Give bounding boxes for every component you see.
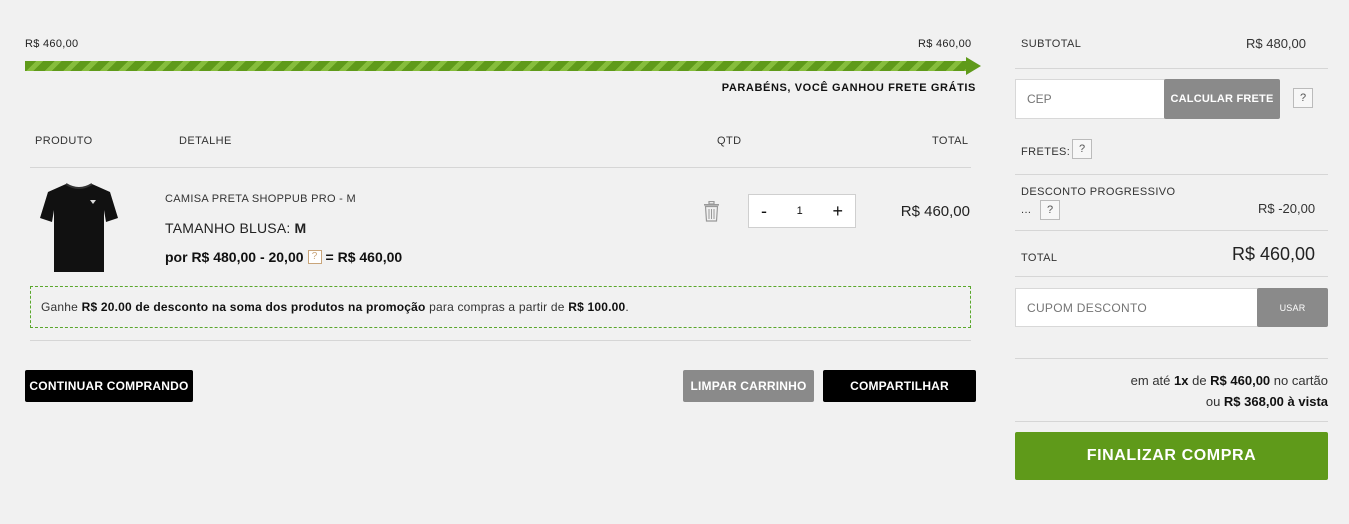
fretes-help-icon[interactable]: ? — [1072, 139, 1092, 159]
checkout-button[interactable]: FINALIZAR COMPRA — [1015, 432, 1328, 480]
promo-text-1: Ganhe — [41, 300, 82, 314]
promo-text-3: . — [625, 300, 629, 314]
coupon-divider — [1015, 358, 1328, 359]
subtotal-label: SUBTOTAL — [1021, 38, 1082, 50]
calculate-shipping-button[interactable]: CALCULAR FRETE — [1164, 79, 1280, 119]
progressive-discount-value: R$ -20,00 — [1258, 201, 1316, 216]
promotion-notice: Ganhe R$ 20.00 de desconto na soma dos p… — [30, 286, 971, 328]
header-detalhe: DETALHE — [179, 135, 232, 147]
product-price-breakdown: por R$ 480,00 - 20,00 ? = R$ 460,00 — [165, 249, 402, 265]
cash-price-info: ou R$ 368,00 à vista — [1206, 394, 1328, 409]
apply-coupon-button[interactable]: USAR — [1257, 288, 1328, 327]
fretes-divider — [1015, 174, 1328, 175]
price-help-icon[interactable]: ? — [307, 250, 322, 264]
promo-text-2: para compras a partir de — [425, 300, 569, 314]
subtotal-divider — [1015, 68, 1328, 69]
header-produto: PRODUTO — [35, 135, 93, 147]
price-breakdown-suffix: = R$ 460,00 — [325, 249, 403, 265]
coupon-input[interactable] — [1015, 288, 1258, 327]
promo-bold-1: R$ 20.00 de desconto na soma dos produto… — [81, 300, 426, 314]
share-button[interactable]: COMPARTILHAR — [823, 370, 976, 402]
product-name[interactable]: CAMISA PRETA SHOPPUB PRO - M — [165, 193, 356, 205]
cep-input[interactable] — [1015, 79, 1165, 119]
progressive-discount-ellipsis: ... — [1021, 204, 1032, 216]
progressive-discount-label: DESCONTO PROGRESSIVO — [1021, 186, 1176, 198]
total-value: R$ 460,00 — [1232, 244, 1316, 264]
progress-end-label: R$ 460,00 — [918, 38, 972, 50]
item-total: R$ 460,00 — [900, 203, 970, 220]
install-divider — [1015, 421, 1328, 422]
cash-prefix: ou — [1205, 394, 1224, 409]
quantity-value[interactable]: 1 — [797, 205, 803, 217]
fretes-label: FRETES: — [1021, 146, 1071, 158]
header-qtd: QTD — [717, 135, 742, 147]
size-value: M — [294, 220, 307, 236]
installment-info: em até 1x de R$ 460,00 no cartão — [1131, 373, 1328, 388]
continue-shopping-button[interactable]: CONTINUAR COMPRANDO — [25, 370, 193, 402]
increase-quantity-button[interactable]: + — [832, 201, 843, 222]
subtotal-value: R$ 480,00 — [1246, 36, 1306, 51]
total-label: TOTAL — [1021, 252, 1058, 264]
promo-bold-2: R$ 100.00 — [568, 300, 626, 314]
free-shipping-progress-bar — [25, 61, 967, 71]
install-mid: de — [1188, 373, 1211, 388]
total-divider — [1015, 276, 1328, 277]
free-shipping-message: PARABÉNS, VOCÊ GANHOU FRETE GRÁTIS — [721, 82, 976, 94]
quantity-stepper: - 1 + — [748, 194, 856, 228]
size-label: TAMANHO BLUSA: — [165, 220, 295, 236]
progress-arrow-icon — [966, 57, 981, 75]
install-prefix: em até — [1130, 373, 1175, 388]
product-size: TAMANHO BLUSA: M — [165, 220, 306, 236]
product-image[interactable] — [38, 180, 120, 274]
header-total: TOTAL — [932, 135, 969, 147]
install-amount: R$ 460,00 — [1210, 373, 1271, 388]
trash-icon[interactable] — [703, 201, 720, 222]
clear-cart-button[interactable]: LIMPAR CARRINHO — [683, 370, 814, 402]
header-divider — [30, 167, 971, 168]
progress-start-label: R$ 460,00 — [25, 38, 79, 50]
shipping-help-icon[interactable]: ? — [1293, 88, 1313, 108]
install-suffix: no cartão — [1270, 373, 1328, 388]
items-divider — [30, 340, 971, 341]
discount-divider — [1015, 230, 1328, 231]
cash-value: R$ 368,00 à vista — [1223, 394, 1328, 409]
decrease-quantity-button[interactable]: - — [761, 201, 767, 222]
price-breakdown-prefix: por R$ 480,00 - 20,00 — [165, 249, 304, 265]
install-times: 1x — [1174, 373, 1189, 388]
discount-help-icon[interactable]: ? — [1040, 200, 1060, 220]
